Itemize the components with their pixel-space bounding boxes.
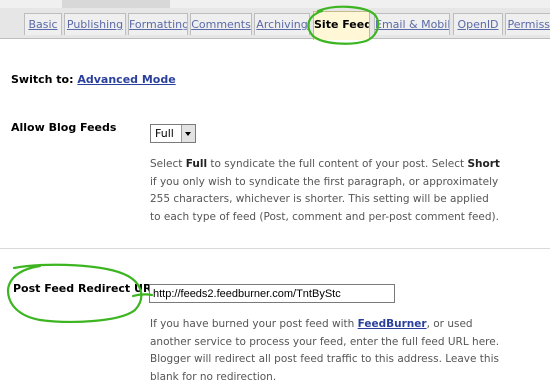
redirect-help: If you have burned your post feed with F… bbox=[150, 316, 502, 386]
switch-label: Switch to: bbox=[11, 73, 74, 86]
allow-blog-feeds-label: Allow Blog Feeds bbox=[11, 121, 117, 134]
help-text: If you have burned your post feed with bbox=[150, 318, 358, 330]
help-text: Select bbox=[150, 158, 186, 170]
tab-comments[interactable]: Comments bbox=[190, 13, 252, 35]
section-divider bbox=[0, 248, 550, 249]
settings-tab-bar: Basic Publishing Formatting Comments Arc… bbox=[0, 8, 550, 40]
redirect-url-input[interactable] bbox=[149, 284, 395, 303]
tab-formatting[interactable]: Formatting bbox=[128, 13, 188, 35]
allow-blog-feeds-select[interactable]: Full bbox=[150, 124, 196, 143]
post-feed-redirect-label: Post Feed Redirect URL bbox=[13, 282, 159, 295]
feedburner-link[interactable]: FeedBurner bbox=[358, 318, 427, 330]
chevron-down-icon[interactable] bbox=[181, 125, 195, 142]
help-bold-full: Full bbox=[185, 158, 208, 170]
advanced-mode-link[interactable]: Advanced Mode bbox=[77, 73, 175, 86]
tab-basic[interactable]: Basic bbox=[24, 13, 62, 35]
switch-mode-row: Switch to: Advanced Mode bbox=[11, 73, 176, 86]
tab-openid[interactable]: OpenID bbox=[453, 13, 503, 35]
select-value: Full bbox=[155, 127, 174, 140]
top-tab-fragment bbox=[62, 0, 170, 8]
tab-publishing[interactable]: Publishing bbox=[64, 13, 126, 35]
allow-feeds-help: Select Full to syndicate the full conten… bbox=[150, 156, 502, 226]
tab-site-feed[interactable]: Site Feed bbox=[313, 11, 370, 40]
help-bold-short: Short bbox=[467, 158, 500, 170]
tab-email-mobile[interactable]: Email & Mobile bbox=[374, 13, 450, 35]
help-text: if you only wish to syndicate the first … bbox=[150, 175, 499, 223]
tab-permissions[interactable]: Permissions bbox=[505, 13, 550, 35]
top-strip bbox=[0, 0, 550, 8]
tab-archiving[interactable]: Archiving bbox=[254, 13, 310, 35]
help-text: to syndicate the full content of your po… bbox=[207, 158, 468, 170]
